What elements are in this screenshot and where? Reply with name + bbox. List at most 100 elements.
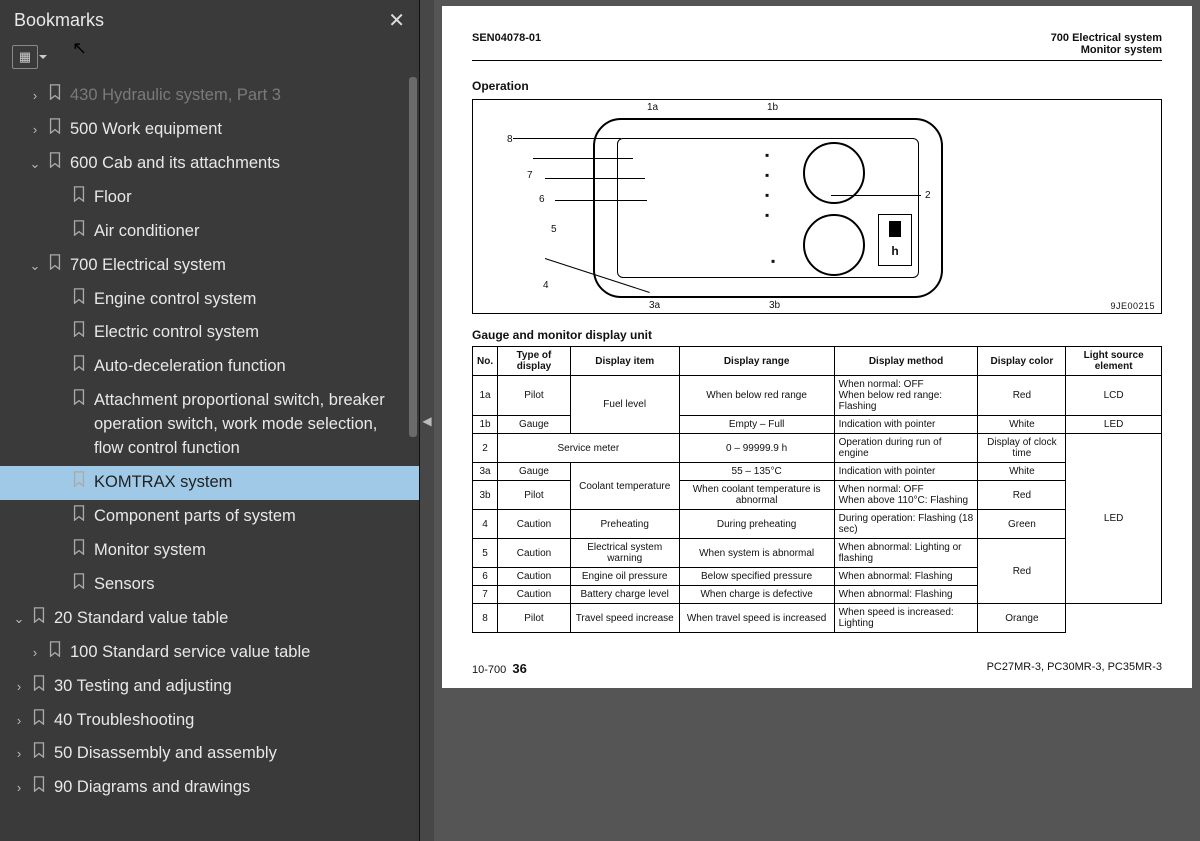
- diagram-label: 4: [543, 280, 549, 291]
- bookmark-item[interactable]: ⌄ 20 Standard value table: [0, 602, 419, 636]
- table-header: No.: [473, 347, 498, 376]
- bookmark-item[interactable]: ›Component parts of system: [0, 500, 419, 534]
- bookmark-label: 30 Testing and adjusting: [54, 675, 411, 699]
- table-cell: During preheating: [679, 510, 834, 539]
- expand-arrow-icon[interactable]: ⌄: [10, 610, 28, 629]
- table-cell: Electrical system warning: [570, 539, 679, 568]
- bookmark-item[interactable]: ›50 Disassembly and assembly: [0, 737, 419, 771]
- table-title: Gauge and monitor display unit: [472, 328, 1162, 342]
- diagram-label: 6: [539, 194, 545, 205]
- expand-arrow-icon[interactable]: ›: [10, 745, 28, 764]
- bookmark-icon: [30, 776, 48, 800]
- table-cell: Red: [978, 539, 1066, 604]
- table-cell: Service meter: [498, 434, 679, 463]
- bookmark-label: Monitor system: [94, 539, 411, 563]
- table-cell: Caution: [498, 586, 571, 604]
- bookmark-label: Floor: [94, 186, 411, 210]
- table-row: 3aGaugeCoolant temperature55 – 135°CIndi…: [473, 463, 1162, 481]
- bookmark-item[interactable]: ›Floor: [0, 181, 419, 215]
- table-cell: When travel speed is increased: [679, 604, 834, 633]
- footer-page: 36: [512, 661, 526, 676]
- table-row: 8PilotTravel speed increaseWhen travel s…: [473, 604, 1162, 633]
- pane-collapse-handle[interactable]: ◀: [420, 0, 434, 841]
- bookmark-label: Electric control system: [94, 321, 411, 345]
- bookmark-icon: [70, 573, 88, 597]
- bookmark-icon: [46, 254, 64, 278]
- table-cell: When below red range: [679, 376, 834, 416]
- table-cell: When normal: OFFWhen below red range: Fl…: [834, 376, 978, 416]
- bookmark-item[interactable]: › 30 Testing and adjusting: [0, 670, 419, 704]
- doc-chapter: 700 Electrical system: [1051, 32, 1162, 44]
- expand-arrow-icon[interactable]: ›: [26, 121, 44, 140]
- bookmark-icon: [70, 186, 88, 210]
- table-header: Type of display: [498, 347, 571, 376]
- bookmark-item[interactable]: ›Attachment proportional switch, breaker…: [0, 384, 419, 466]
- footer-models: PC27MR-3, PC30MR-3, PC35MR-3: [987, 661, 1162, 676]
- bookmark-item[interactable]: ›Air conditioner: [0, 215, 419, 249]
- chevron-left-icon: ◀: [422, 414, 431, 428]
- bookmark-item[interactable]: ›Sensors: [0, 568, 419, 602]
- table-cell: When normal: OFFWhen above 110°C: Flashi…: [834, 481, 978, 510]
- table-header: Display item: [570, 347, 679, 376]
- table-cell: 7: [473, 586, 498, 604]
- table-cell: Green: [978, 510, 1066, 539]
- expand-arrow-icon[interactable]: ⌄: [26, 155, 44, 174]
- table-cell: When system is abnormal: [679, 539, 834, 568]
- bookmark-label: 20 Standard value table: [54, 607, 411, 631]
- bookmark-item[interactable]: ›Monitor system: [0, 534, 419, 568]
- bookmark-item[interactable]: ›100 Standard service value table: [0, 636, 419, 670]
- expand-arrow-icon[interactable]: ›: [10, 678, 28, 697]
- table-row: 5CautionElectrical system warningWhen sy…: [473, 539, 1162, 568]
- bookmark-item[interactable]: ›KOMTRAX system: [0, 466, 419, 500]
- bookmark-item[interactable]: ›Engine control system: [0, 283, 419, 317]
- bookmark-item[interactable]: ›40 Troubleshooting: [0, 704, 419, 738]
- bookmark-icon: [70, 220, 88, 244]
- table-cell: 4: [473, 510, 498, 539]
- table-cell: 0 – 99999.9 h: [679, 434, 834, 463]
- expand-arrow-icon[interactable]: ›: [26, 644, 44, 663]
- doc-subchapter: Monitor system: [1081, 44, 1162, 56]
- table-cell: Pilot: [498, 376, 571, 416]
- expand-arrow-icon[interactable]: ›: [26, 87, 44, 106]
- table-cell: Red: [978, 481, 1066, 510]
- table-cell: 1b: [473, 416, 498, 434]
- close-icon[interactable]: ✕: [388, 8, 405, 33]
- table-cell: Pilot: [498, 481, 571, 510]
- table-cell: When abnormal: Flashing: [834, 568, 978, 586]
- bookmark-icon: [46, 641, 64, 665]
- diagram-label: 1b: [767, 102, 778, 113]
- bookmark-label: Component parts of system: [94, 505, 411, 529]
- table-row: 2Service meter0 – 99999.9 hOperation dur…: [473, 434, 1162, 463]
- table-cell: 3b: [473, 481, 498, 510]
- table-row: 4CautionPreheatingDuring preheatingDurin…: [473, 510, 1162, 539]
- table-cell: LED: [1066, 434, 1162, 604]
- document-viewport: SEN04078-01 700 Electrical system Monito…: [434, 0, 1200, 841]
- outline-view-button[interactable]: ▦: [12, 45, 38, 69]
- expand-arrow-icon[interactable]: ›: [10, 779, 28, 798]
- bookmark-item[interactable]: ›Electric control system: [0, 316, 419, 350]
- bookmark-item[interactable]: ›430 Hydraulic system, Part 3: [0, 79, 419, 113]
- bookmark-label: Air conditioner: [94, 220, 411, 244]
- table-cell: 55 – 135°C: [679, 463, 834, 481]
- bookmark-item[interactable]: ›Auto-deceleration function: [0, 350, 419, 384]
- monitor-diagram: h 1a 1b 2 3a 3b 4 5 6 7 8 9JE0021: [472, 99, 1162, 314]
- table-cell: Gauge: [498, 463, 571, 481]
- expand-arrow-icon[interactable]: ⌄: [26, 257, 44, 276]
- table-cell: 2: [473, 434, 498, 463]
- diagram-label: 2: [925, 190, 931, 201]
- table-header: Display method: [834, 347, 978, 376]
- bookmark-icon: [30, 709, 48, 733]
- bookmark-item[interactable]: ›500 Work equipment: [0, 113, 419, 147]
- scrollbar-thumb[interactable]: [409, 77, 417, 437]
- bookmark-item[interactable]: ⌄600 Cab and its attachments: [0, 147, 419, 181]
- table-cell: 8: [473, 604, 498, 633]
- table-cell: When speed is increased: Lighting: [834, 604, 978, 633]
- table-cell: Indication with pointer: [834, 463, 978, 481]
- bookmark-label: Sensors: [94, 573, 411, 597]
- table-cell: Fuel level: [570, 376, 679, 434]
- expand-arrow-icon[interactable]: ›: [10, 712, 28, 731]
- bookmark-item[interactable]: ⌄700 Electrical system: [0, 249, 419, 283]
- bookmark-item[interactable]: ›90 Diagrams and drawings: [0, 771, 419, 805]
- bookmark-icon: [70, 389, 88, 413]
- diagram-label: 5: [551, 224, 557, 235]
